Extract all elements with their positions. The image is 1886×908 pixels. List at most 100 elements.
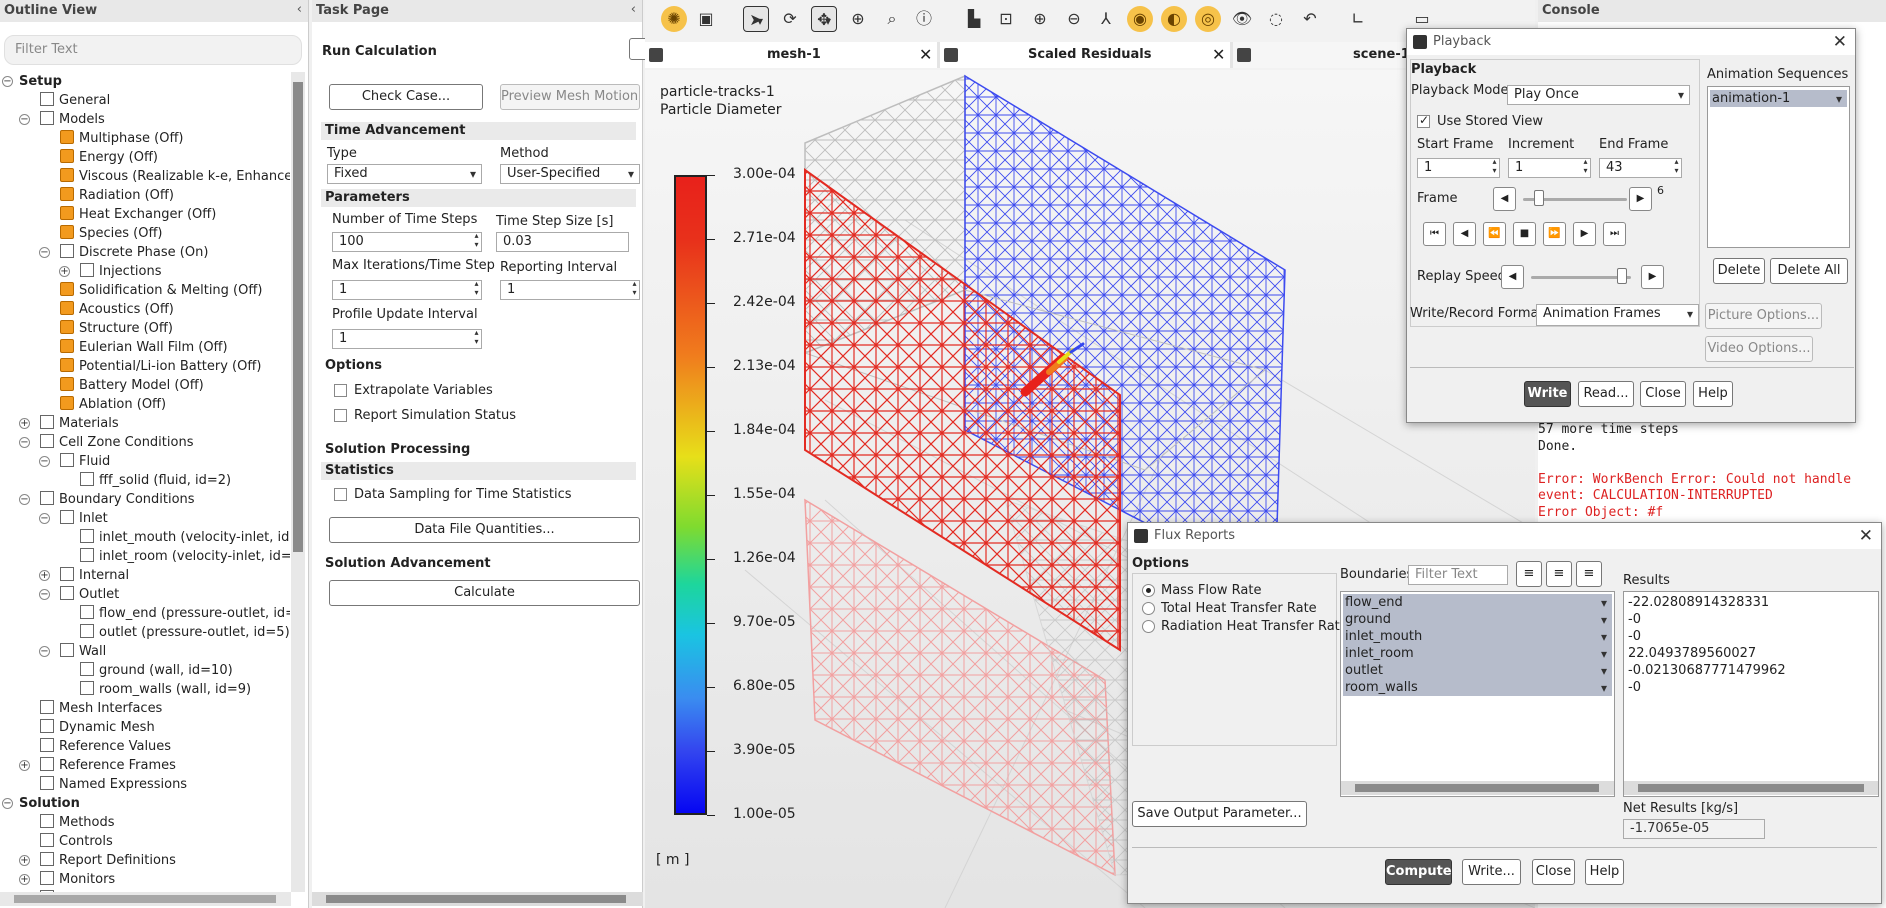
tree-item-reference-values[interactable]: Reference Values [0,737,290,756]
zoom-plus-icon[interactable]: ⊕ [1027,6,1053,32]
expand-icon[interactable]: + [59,266,70,277]
step-back-button[interactable]: ◀ [1453,222,1476,246]
replay-slower-button[interactable]: ◀ [1501,265,1524,289]
tree-item-dynamic-mesh[interactable]: Dynamic Mesh [0,718,290,737]
time-step-size-input[interactable]: 0.03 [496,232,629,252]
collapse-icon[interactable]: − [39,589,50,600]
animation-sequence-item[interactable]: animation-1 [1710,90,1847,108]
tree-item-radiation[interactable]: Radiation (Off) [0,186,290,205]
tree-item-report-definitions[interactable]: + Report Definitions [0,851,290,870]
rotate-icon[interactable]: ⟳ [777,6,803,32]
expand-icon[interactable]: + [19,418,30,429]
data-file-quantities-button[interactable]: Data File Quantities... [329,517,640,543]
picture-options-button[interactable]: Picture Options... [1705,303,1822,329]
collapse-icon[interactable]: ‹ [297,2,302,17]
help-button[interactable]: Help [1585,859,1624,885]
tab-scaled-residuals[interactable]: Scaled Residuals ✕ [940,42,1230,68]
close-button[interactable]: Close [1532,859,1575,885]
collapse-icon[interactable]: − [19,437,30,448]
boundary-item[interactable]: inlet_mouth [1343,628,1612,646]
collapse-icon[interactable]: − [19,494,30,505]
close-tab-icon[interactable]: ✕ [1212,42,1225,68]
plot-icon[interactable]: ∟ [1345,6,1371,32]
tree-item-heat-exchanger[interactable]: Heat Exchanger (Off) [0,205,290,224]
tree-item-energy[interactable]: Energy (Off) [0,148,290,167]
video-options-button[interactable]: Video Options... [1705,336,1813,362]
tree-item-general[interactable]: General [0,91,290,110]
view-iso-icon[interactable]: ◎ [1195,6,1221,32]
step-forward-button[interactable]: ▶ [1573,222,1596,246]
tree-item-internal[interactable]: + Internal [0,566,290,585]
replay-faster-button[interactable]: ▶ [1641,265,1664,289]
tree-item-solidification[interactable]: Solidification & Melting (Off) [0,281,290,300]
boundary-item[interactable]: inlet_room [1343,645,1612,663]
probe-icon[interactable]: ⓘ [911,6,937,32]
ansys-logo-icon[interactable]: ✺ [661,6,687,32]
hide-icon[interactable]: ◌ [1263,6,1289,32]
play-reverse-button[interactable]: ⏪ [1483,222,1506,246]
tree-item-flow-end[interactable]: flow_end (pressure-outlet, id=8) [0,604,290,623]
data-sampling-checkbox[interactable] [334,488,347,501]
pan-icon[interactable]: ✥ [811,6,837,34]
tree-item-species[interactable]: Species (Off) [0,224,290,243]
delete-all-button[interactable]: Delete All [1770,258,1848,284]
save-output-parameter-button[interactable]: Save Output Parameter... [1132,801,1307,827]
reporting-interval-input[interactable]: 1 [500,280,640,300]
tree-item-outlet-bc[interactable]: outlet (pressure-outlet, id=5) [0,623,290,642]
tree-item-inlet[interactable]: − Inlet [0,509,290,528]
zoom-icon[interactable]: ⌕ [879,6,905,32]
tree-item-ground[interactable]: ground (wall, id=10) [0,661,290,680]
zoom-in-out-icon[interactable]: ⊕ [845,6,871,32]
tree-item-inlet-mouth[interactable]: inlet_mouth (velocity-inlet, id=6) [0,528,290,547]
axes-icon[interactable]: ⅄ [1093,6,1119,32]
extrapolate-variables-checkbox[interactable] [334,384,347,397]
animation-sequences-list[interactable]: animation-1 [1707,86,1850,248]
collapse-icon[interactable]: − [39,513,50,524]
tree-item-fff-solid[interactable]: fff_solid (fluid, id=2) [0,471,290,490]
tree-item-room-walls[interactable]: room_walls (wall, id=9) [0,680,290,699]
preview-mesh-motion-button[interactable]: Preview Mesh Motion... [500,84,640,110]
collapse-icon[interactable]: − [39,456,50,467]
boundaries-filter-input[interactable]: Filter Text [1408,565,1508,585]
tree-item-monitors[interactable]: + Monitors [0,870,290,889]
flux-option-radio[interactable] [1142,602,1155,615]
tree-item-solution[interactable]: − Solution [0,794,290,813]
tree-item-outlet[interactable]: − Outlet [0,585,290,604]
collapse-icon[interactable]: ‹ [631,2,636,17]
tree-item-acoustics[interactable]: Acoustics (Off) [0,300,290,319]
end-frame-input[interactable]: 43 [1599,158,1682,178]
tree-item-cell-zone-conditions[interactable]: − Cell Zone Conditions [0,433,290,452]
tree-item-models[interactable]: − Models [0,110,290,129]
tree-item-multiphase[interactable]: Multiphase (Off) [0,129,290,148]
tree-item-reference-frames[interactable]: + Reference Frames [0,756,290,775]
tree-item-mesh-interfaces[interactable]: Mesh Interfaces [0,699,290,718]
collapse-icon[interactable]: − [2,798,13,809]
compute-button[interactable]: Compute [1385,859,1452,885]
boundary-item[interactable]: flow_end [1343,594,1612,612]
flux-option-radio[interactable] [1142,620,1155,633]
tree-item-eulerian-wall-film[interactable]: Eulerian Wall Film (Off) [0,338,290,357]
profile-update-interval-input[interactable]: 1 [332,329,482,349]
tree-item-potential-battery[interactable]: Potential/Li-ion Battery (Off) [0,357,290,376]
boundaries-scrollbar[interactable] [1341,781,1614,795]
type-select[interactable]: Fixed [327,164,482,184]
tree-item-structure[interactable]: Structure (Off) [0,319,290,338]
close-button[interactable]: Close [1640,381,1686,407]
boundaries-list[interactable]: flow_endgroundinlet_mouthinlet_roomoutle… [1340,591,1615,797]
tree-item-ablation[interactable]: Ablation (Off) [0,395,290,414]
replay-speed-knob[interactable] [1616,268,1627,284]
playback-mode-select[interactable]: Play Once [1507,85,1690,105]
help-button[interactable]: Help [1693,381,1733,407]
display-cube-icon[interactable]: ▣ [693,6,719,32]
task-horizontal-scrollbar[interactable] [312,892,643,906]
select-all-icon[interactable]: ≡ [1516,561,1542,587]
check-case-button[interactable]: Check Case... [329,84,483,110]
expand-icon[interactable]: + [19,760,30,771]
show-icon[interactable]: 👁 [1229,6,1255,32]
boundary-item[interactable]: room_walls [1343,679,1612,697]
flux-option-radio[interactable] [1142,584,1155,597]
fit-to-window-icon[interactable]: ▙ [961,6,987,32]
collapse-icon[interactable]: − [2,76,13,87]
fast-forward-button[interactable]: ⏭ [1603,222,1626,246]
view-front-icon[interactable]: ◉ [1127,6,1153,32]
